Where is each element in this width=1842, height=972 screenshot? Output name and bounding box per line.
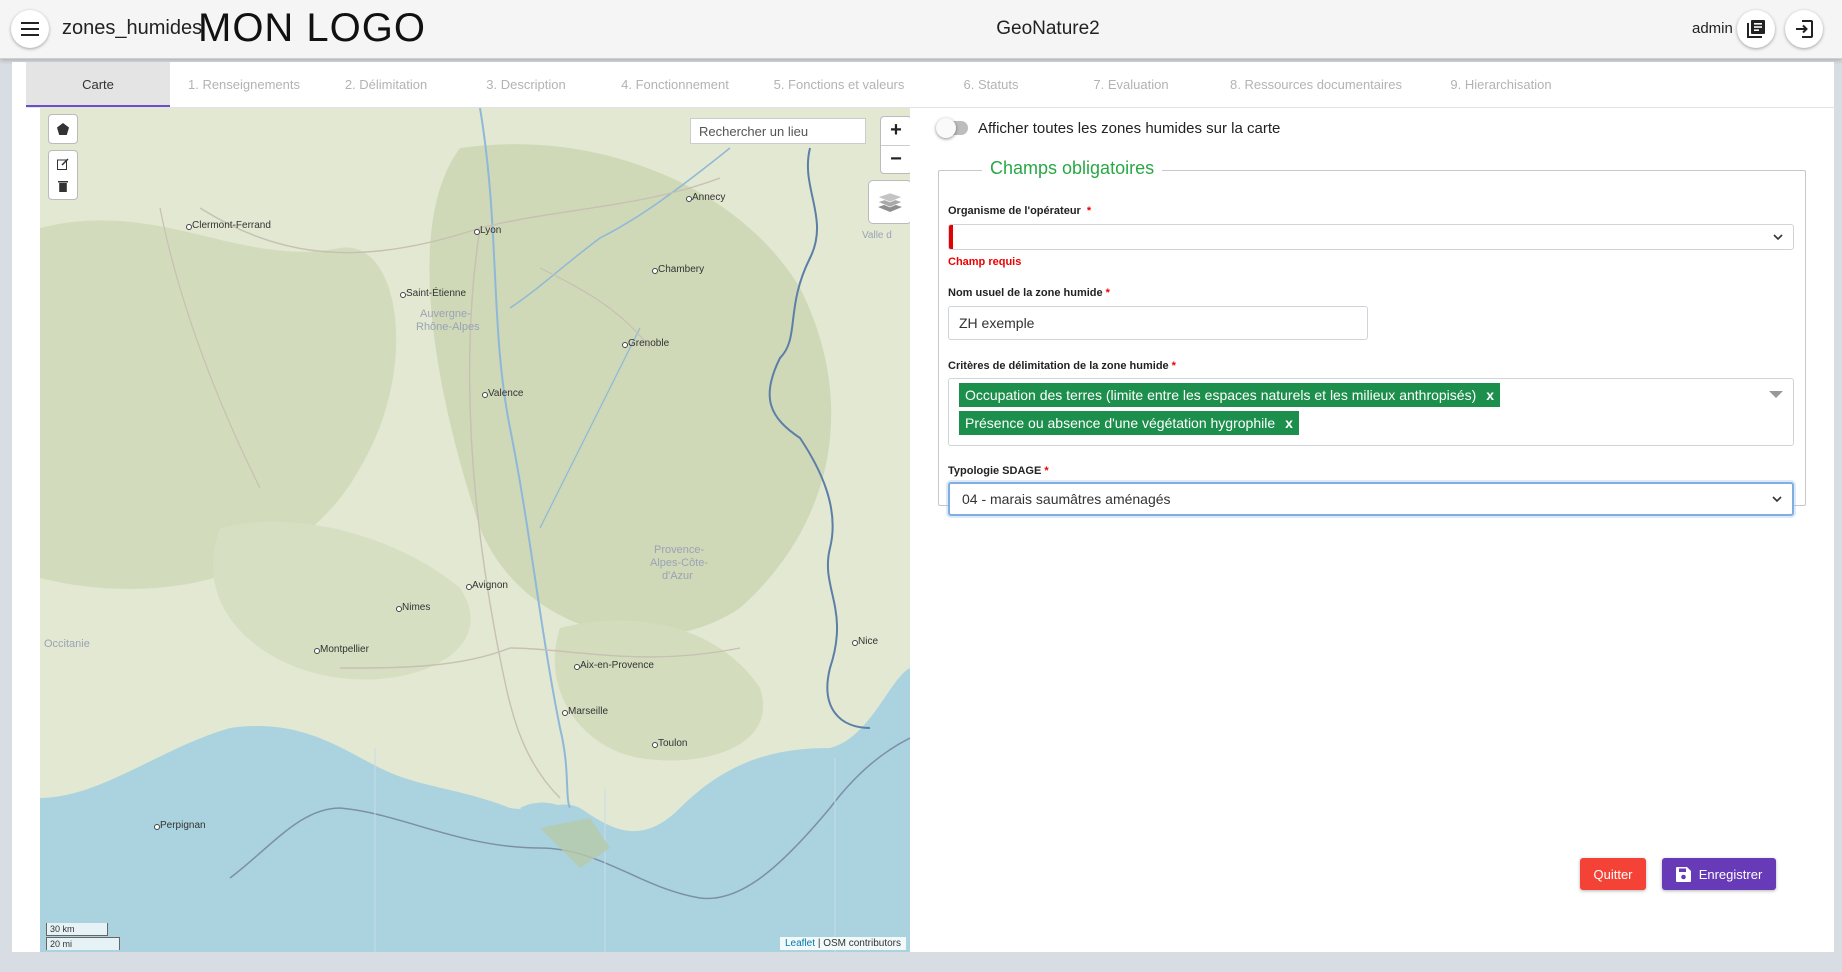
save-icon xyxy=(1675,866,1691,882)
chevron-down-icon xyxy=(1773,234,1783,240)
library-books-icon xyxy=(1747,20,1765,38)
map[interactable]: Clermont-Ferrand Lyon Annecy Chambery Sa… xyxy=(40,108,910,952)
tab-evaluation[interactable]: 7. Evaluation xyxy=(1066,62,1196,107)
organisme-select[interactable] xyxy=(948,224,1794,250)
quit-button[interactable]: Quitter xyxy=(1580,858,1646,890)
zoom-control: + − xyxy=(880,116,910,174)
show-all-toggle[interactable] xyxy=(936,118,968,138)
map-region-label: Auvergne- xyxy=(420,308,471,320)
step-tabs: Carte 1. Renseignements 2. Délimitation … xyxy=(26,62,1834,108)
draw-polygon-button[interactable] xyxy=(48,114,78,144)
layers-icon xyxy=(878,192,902,212)
map-city: Toulon xyxy=(651,738,688,749)
zoom-in-button[interactable]: + xyxy=(881,117,910,146)
map-city: Valence xyxy=(481,388,524,399)
dropdown-arrow-icon[interactable] xyxy=(1769,391,1783,398)
username: admin xyxy=(1692,20,1733,37)
attribution-text: | OSM contributors xyxy=(817,938,901,949)
map-city: Nice xyxy=(851,636,879,647)
map-city: Montpellier xyxy=(314,644,369,655)
section-title: Champs obligatoires xyxy=(982,158,1163,179)
tab-hierarchisation[interactable]: 9. Hierarchisation xyxy=(1426,62,1576,107)
documentation-button[interactable] xyxy=(1737,10,1775,48)
leaflet-link[interactable]: Leaflet xyxy=(785,938,815,949)
nom-input[interactable]: ZH exemple xyxy=(948,306,1368,340)
place-search-input[interactable]: Rechercher un lieu xyxy=(690,118,866,144)
trash-icon[interactable] xyxy=(58,180,68,192)
top-bar: zones_humides MON LOGO GeoNature2 admin xyxy=(0,0,1842,59)
criteres-multiselect[interactable]: Occupation des terres (limite entre les … xyxy=(948,378,1794,446)
save-label: Enregistrer xyxy=(1698,866,1763,882)
tab-fonctions-valeurs[interactable]: 5. Fonctions et valeurs xyxy=(754,62,924,107)
polygon-icon xyxy=(57,123,69,135)
map-city: Clermont-Ferrand xyxy=(186,220,271,231)
map-city: Grenoble xyxy=(621,338,670,349)
logout-button[interactable] xyxy=(1785,10,1823,48)
map-region-label: Provence- xyxy=(654,544,705,556)
scale-km: 30 km xyxy=(46,923,108,936)
criteres-label: Critères de délimitation de la zone humi… xyxy=(948,360,1176,372)
tab-fonctionnement[interactable]: 4. Fonctionnement xyxy=(600,62,750,107)
criteria-chip: Présence ou absence d'une végétation hyg… xyxy=(959,411,1299,435)
edit-icon[interactable] xyxy=(57,158,69,170)
toggle-label: Afficher toutes les zones humides sur la… xyxy=(978,119,1281,137)
chip-remove-button[interactable]: x xyxy=(1486,387,1494,403)
tab-renseignements[interactable]: 1. Renseignements xyxy=(174,62,314,107)
main-card: Carte 1. Renseignements 2. Délimitation … xyxy=(12,62,1834,952)
map-region-label: Valle d xyxy=(862,230,892,241)
page-title: GeoNature2 xyxy=(996,18,1100,39)
map-region-label: d'Azur xyxy=(662,570,693,582)
organisme-label: Organisme de l'opérateur * xyxy=(948,205,1092,217)
map-city: Avignon xyxy=(466,580,508,591)
map-city: Lyon xyxy=(473,225,502,236)
map-region-label: Rhône-Alpes xyxy=(416,321,480,333)
save-button[interactable]: Enregistrer xyxy=(1662,858,1776,890)
map-city: Saint-Étienne xyxy=(399,288,467,299)
show-all-toggle-row[interactable]: Afficher toutes les zones humides sur la… xyxy=(936,116,1281,140)
edit-controls xyxy=(48,150,78,200)
map-city: Aix-en-Provence xyxy=(574,660,654,671)
map-city: Annecy xyxy=(685,192,726,203)
chevron-down-icon xyxy=(1772,496,1782,502)
organisme-error: Champ requis xyxy=(948,256,1022,268)
map-city: Marseille xyxy=(561,706,609,717)
chip-remove-button[interactable]: x xyxy=(1285,415,1293,431)
criteria-chip: Occupation des terres (limite entre les … xyxy=(959,383,1501,407)
nom-label: Nom usuel de la zone humide * xyxy=(948,287,1110,299)
map-city: Chambery xyxy=(651,264,705,275)
zoom-out-button[interactable]: − xyxy=(881,146,910,174)
tab-carte[interactable]: Carte xyxy=(26,62,170,107)
tab-description[interactable]: 3. Description xyxy=(461,62,591,107)
map-city: Nimes xyxy=(395,602,431,613)
map-attribution: Leaflet | OSM contributors xyxy=(780,937,906,950)
scale-mi: 20 mi xyxy=(46,937,120,950)
map-region-label: Occitanie xyxy=(44,638,90,650)
tab-ressources[interactable]: 8. Ressources documentaires xyxy=(1216,62,1416,107)
map-region-label: Alpes-Côte- xyxy=(650,557,709,569)
typologie-select[interactable]: 04 - marais saumâtres aménagés xyxy=(948,482,1794,516)
error-indicator xyxy=(949,225,953,249)
logout-icon xyxy=(1796,20,1813,38)
map-city: Perpignan xyxy=(154,820,206,831)
typologie-label: Typologie SDAGE * xyxy=(948,465,1049,477)
layers-button[interactable] xyxy=(868,180,910,224)
tab-statuts[interactable]: 6. Statuts xyxy=(936,62,1046,107)
tab-delimitation[interactable]: 2. Délimitation xyxy=(321,62,451,107)
